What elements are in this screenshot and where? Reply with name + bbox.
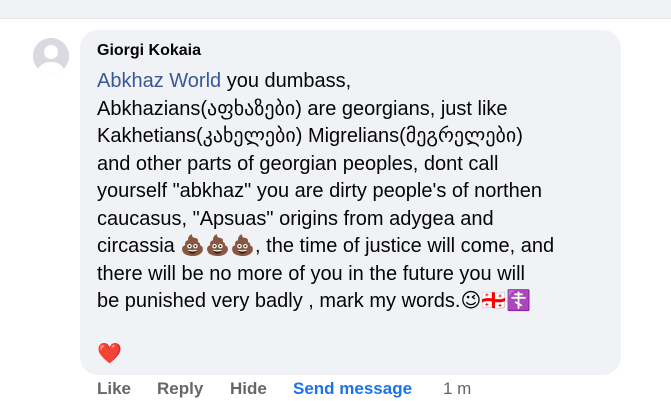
- like-button[interactable]: Like: [97, 379, 131, 399]
- comment-author[interactable]: Giorgi Kokaia: [97, 42, 201, 60]
- comment-body: you dumbass, Abkhazians(აფხაზები) are ge…: [97, 70, 555, 312]
- default-avatar-icon: [33, 38, 69, 74]
- heart-emoji: ❤️: [97, 343, 122, 365]
- avatar[interactable]: [33, 38, 69, 74]
- page-top-strip: [0, 0, 671, 19]
- send-message-button[interactable]: Send message: [293, 379, 412, 399]
- hide-button[interactable]: Hide: [230, 379, 267, 399]
- comment-text: Abkhaz World you dumbass, Abkhazians(აფხ…: [97, 68, 612, 316]
- reply-button[interactable]: Reply: [157, 379, 203, 399]
- comment-timestamp: 1 m: [443, 379, 472, 398]
- mention-link[interactable]: Abkhaz World: [97, 70, 221, 92]
- comment-bubble: Giorgi Kokaia Abkhaz World you dumbass, …: [80, 30, 621, 375]
